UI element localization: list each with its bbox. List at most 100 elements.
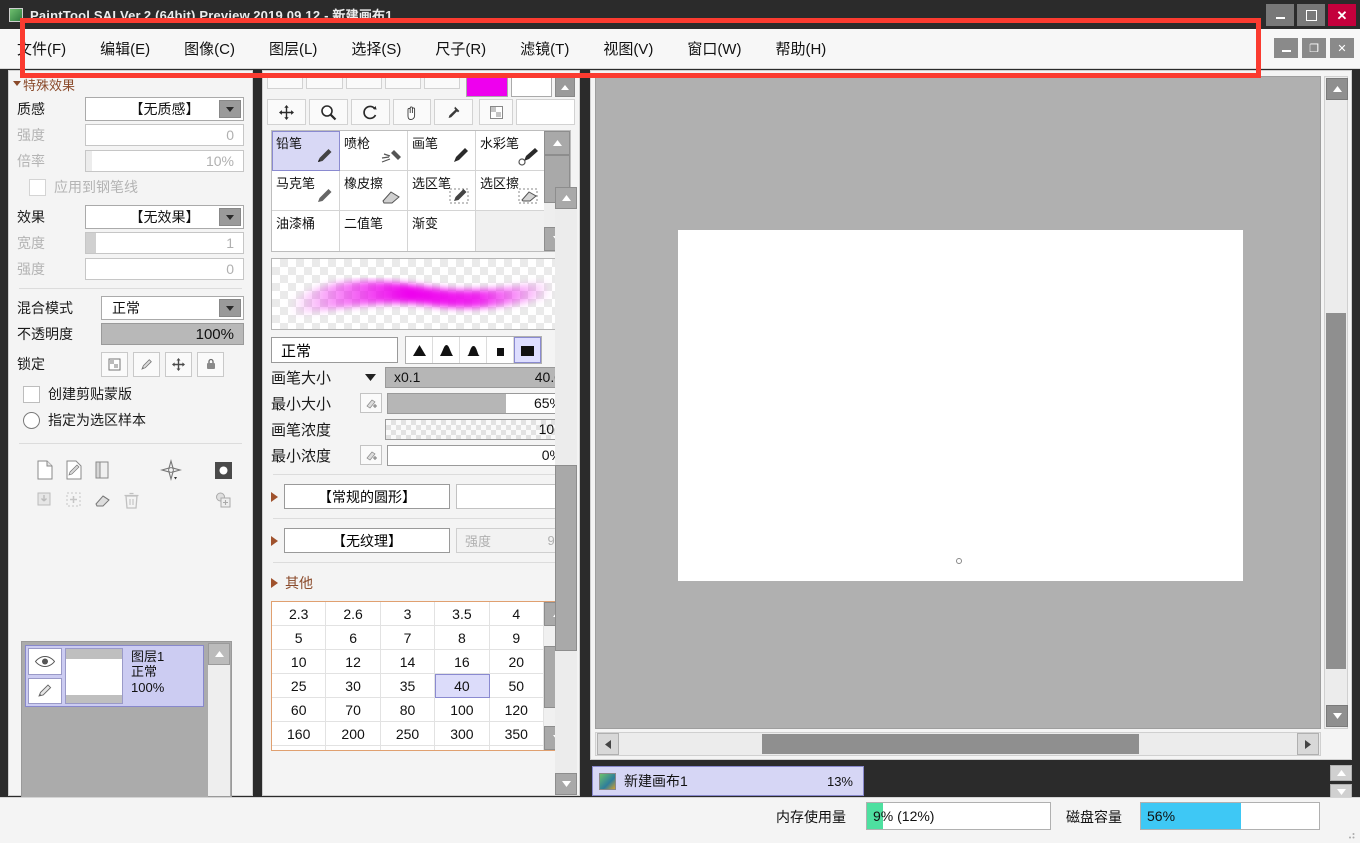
lock-pixel-button[interactable]: [133, 351, 160, 377]
size-grid-cell[interactable]: 14: [380, 650, 436, 674]
brush-blend-dropdown[interactable]: 正常: [271, 337, 398, 363]
size-grid-cell[interactable]: 10: [272, 650, 327, 674]
delete-layer-button[interactable]: [117, 486, 146, 514]
tool-gradient[interactable]: 渐变: [408, 211, 476, 251]
size-grid-cell[interactable]: 50: [489, 674, 544, 698]
hand-tool-button[interactable]: [392, 99, 432, 125]
expand-triangle-icon[interactable]: [271, 535, 278, 546]
menu-window[interactable]: 窗口(W): [670, 38, 758, 59]
tool-bucket[interactable]: 油漆桶: [272, 211, 340, 251]
window-maximize-button[interactable]: [1297, 4, 1325, 26]
effect-width-field[interactable]: 1: [85, 232, 244, 254]
size-grid-cell[interactable]: 2.3: [272, 602, 327, 626]
menu-layer[interactable]: 图层(L): [252, 38, 334, 59]
menu-edit[interactable]: 编辑(E): [83, 38, 167, 59]
canvas-vertical-scrollbar[interactable]: [1324, 76, 1348, 729]
move-tool-button[interactable]: [267, 99, 306, 125]
size-grid-cell[interactable]: 30: [326, 674, 381, 698]
size-grid-cell[interactable]: 20: [489, 650, 544, 674]
texture-strength-field[interactable]: 0: [85, 124, 244, 146]
menu-select[interactable]: 选择(S): [334, 38, 418, 59]
opacity-slider[interactable]: 100%: [101, 323, 244, 345]
scroll-right-button[interactable]: [1297, 733, 1319, 755]
size-grid-cell[interactable]: 16: [435, 650, 490, 674]
size-grid-cell[interactable]: 350: [489, 722, 544, 746]
clipping-mask-checkbox[interactable]: [23, 385, 40, 403]
size-grid-cell[interactable]: 500: [381, 746, 436, 750]
canvas-viewport[interactable]: [595, 76, 1321, 729]
edge-shape-soft[interactable]: [433, 337, 460, 363]
menu-file[interactable]: 文件(F): [0, 38, 83, 59]
tool-select-eraser[interactable]: 选区擦: [476, 171, 544, 211]
effect-dropdown[interactable]: 【无效果】: [85, 205, 244, 229]
selection-source-row[interactable]: 指定为选区样本: [9, 407, 252, 433]
list-item[interactable]: 图层1 正常 100%: [25, 645, 204, 707]
window-minimize-button[interactable]: [1266, 4, 1294, 26]
brush-size-slider[interactable]: x0.1 40.0: [385, 366, 571, 388]
brush-texture-dropdown[interactable]: 【无纹理】: [284, 528, 450, 553]
document-restore-button[interactable]: ❐: [1302, 38, 1326, 58]
lock-move-button[interactable]: [165, 351, 192, 377]
scrollbar-thumb[interactable]: [1326, 313, 1346, 669]
special-effects-section-header[interactable]: 特殊效果: [9, 71, 252, 96]
scrollbar-thumb[interactable]: [762, 734, 1139, 754]
size-grid-cell[interactable]: 100: [435, 698, 490, 722]
foreground-color-swatch[interactable]: [466, 77, 508, 97]
texture-dropdown[interactable]: 【无质感】: [85, 97, 244, 121]
upper-tool-4[interactable]: [384, 77, 422, 89]
size-grid-cell[interactable]: 250: [380, 722, 436, 746]
size-grid-cell[interactable]: 60: [272, 698, 327, 722]
clipping-mask-row[interactable]: 创建剪贴蒙版: [9, 381, 252, 407]
apply-to-pen-row[interactable]: 应用到钢笔线: [9, 174, 252, 200]
chevron-down-icon[interactable]: [219, 299, 241, 317]
transparent-color-button[interactable]: [479, 99, 514, 125]
chevron-down-icon[interactable]: [219, 100, 241, 118]
size-grid-cell[interactable]: 700: [490, 746, 544, 750]
apply-to-pen-checkbox[interactable]: [29, 178, 46, 196]
scroll-up-button[interactable]: [208, 643, 230, 665]
document-tab[interactable]: 新建画布1 13%: [592, 766, 864, 796]
tool-eraser[interactable]: 橡皮擦: [340, 171, 408, 211]
brush-shape-dropdown[interactable]: 【常规的圆形】: [284, 484, 450, 509]
upper-tool-5[interactable]: [424, 77, 461, 89]
tool-panel-scrollbar[interactable]: [555, 187, 577, 795]
size-grid-cell[interactable]: 2.6: [326, 602, 381, 626]
new-layer-button[interactable]: [31, 456, 60, 484]
canvas-horizontal-scrollbar[interactable]: [595, 732, 1321, 756]
add-from-below-button[interactable]: [60, 486, 89, 514]
size-grid-cell[interactable]: 4: [489, 602, 544, 626]
upper-tool-1[interactable]: [267, 77, 304, 89]
eyedropper-tool-button[interactable]: [434, 99, 474, 125]
size-grid-cell[interactable]: 600: [435, 746, 490, 750]
document-minimize-button[interactable]: [1274, 38, 1298, 58]
tool-binary-pen[interactable]: 二值笔: [340, 211, 408, 251]
min-density-pressure-button[interactable]: [360, 445, 382, 465]
scroll-down-button[interactable]: [1326, 705, 1348, 727]
size-grid-cell[interactable]: 3: [380, 602, 436, 626]
tool-pencil[interactable]: 铅笔: [272, 131, 340, 171]
tool-select-pen[interactable]: 选区笔: [408, 171, 476, 211]
tool-watercolor[interactable]: 水彩笔: [476, 131, 544, 171]
size-grid-cell[interactable]: 300: [435, 722, 490, 746]
tool-airbrush[interactable]: 喷枪: [340, 131, 408, 171]
upper-tool-2[interactable]: [306, 77, 343, 89]
menu-view[interactable]: 视图(V): [586, 38, 670, 59]
tool-marker[interactable]: 马克笔: [272, 171, 340, 211]
size-grid-cell[interactable]: 5: [272, 626, 327, 650]
scroll-up-button[interactable]: [1326, 78, 1348, 100]
size-grid-cell[interactable]: 3.5: [435, 602, 490, 626]
size-grid-cell[interactable]: 35: [380, 674, 436, 698]
size-grid-cell[interactable]: 6: [326, 626, 381, 650]
size-grid-cell[interactable]: 25: [272, 674, 327, 698]
size-grid-cell[interactable]: 450: [326, 746, 381, 750]
chevron-down-icon[interactable]: [219, 208, 241, 226]
blend-mode-dropdown[interactable]: 正常: [101, 296, 244, 320]
edge-shape-filled-square[interactable]: [514, 337, 541, 363]
min-density-slider[interactable]: 0%: [387, 444, 571, 466]
zoom-tool-button[interactable]: [308, 99, 348, 125]
menu-help[interactable]: 帮助(H): [758, 38, 843, 59]
lock-alpha-button[interactable]: [101, 351, 128, 377]
edge-shape-round[interactable]: [460, 337, 487, 363]
selection-source-radio[interactable]: [23, 411, 40, 429]
size-grid-cell[interactable]: 70: [326, 698, 381, 722]
